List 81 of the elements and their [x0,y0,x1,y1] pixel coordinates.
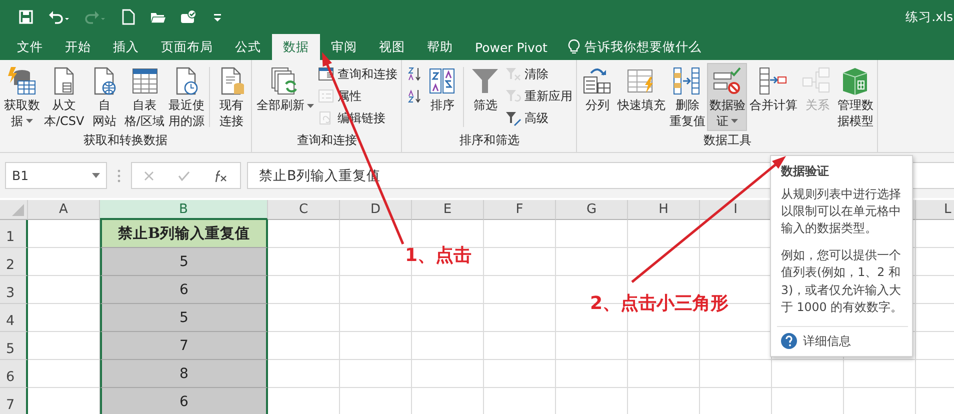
new-file-icon[interactable] [120,9,136,25]
ribbon-tab[interactable]: 帮助 [416,34,464,60]
ribbon-button[interactable]: 最近使用的源 [166,63,206,132]
ribbon-button[interactable]: 快速填充 [615,63,668,116]
insert-function-icon[interactable] [214,170,228,182]
name-box[interactable]: B1 [5,162,107,189]
ribbon-tab[interactable]: 审阅 [320,34,368,60]
group-label: 查询和连接 [296,132,358,149]
group-label: 排序和筛选 [458,132,520,149]
row-header[interactable]: 4 [0,304,28,332]
table-cell: 禁止B列输入重复值 [100,220,268,248]
column-header[interactable]: G [556,200,628,220]
tooltip-text: 从规则列表中进行选择以限制可以在单元格中输入的数据类型。 [781,186,902,238]
ribbon-tab[interactable]: 公式 [224,34,272,60]
row-header[interactable]: 1 [0,220,28,248]
table-cell: 5 [100,304,268,332]
tooltip-title: 数据验证 [781,163,830,180]
undo-icon[interactable] [48,9,70,25]
ribbon-button[interactable]: 合并计算 [747,63,800,116]
help-icon [781,333,797,350]
column-header[interactable]: C [268,200,340,220]
reapply-filter-icon [505,88,522,104]
column-header[interactable]: A [28,200,100,220]
column-header[interactable]: I [700,200,772,220]
table-cell: 7 [100,332,268,360]
row-header[interactable]: 5 [0,332,28,360]
table-cell: 6 [100,276,268,304]
ribbon-button[interactable]: 全部刷新 [254,63,316,116]
sort-descending-icon [406,88,422,104]
ribbon-button[interactable]: 排序 [424,63,460,116]
table-cell: 8 [100,360,268,388]
tooltip-text: 例如，您可以提供一个值列表(例如，1、2 和 3)，或者仅允许输入大于 1000 的有效数字。 [781,247,904,316]
sort-ascending-icon [406,66,422,82]
more-info-link[interactable]: 详细信息 [803,332,851,350]
table-cell: 5 [100,248,268,276]
touch-mode-icon[interactable] [180,9,196,25]
ribbon-tab[interactable]: Power Pivot [464,34,558,60]
row-header[interactable]: 7 [0,388,28,414]
ribbon-button[interactable]: 从文本/CSV [42,63,86,132]
ribbon-tab[interactable]: 数据 [272,34,320,60]
group-label: 数据工具 [702,132,752,149]
data-validation-icon [711,65,744,97]
window-title: 练习.xls [906,9,953,26]
ribbon-button[interactable]: 现有连接 [213,63,250,132]
ribbon-tab[interactable]: 视图 [368,34,416,60]
table-cell: 6 [100,388,268,414]
annotation-text: 1、点击 [405,244,472,267]
ribbon-button[interactable]: 自网站 [86,63,122,132]
column-header[interactable]: L [916,200,954,220]
save-icon[interactable] [18,9,34,25]
ribbon-tab[interactable]: 插入 [102,34,150,60]
ribbon-tab[interactable]: 开始 [54,34,102,60]
database-icon [6,65,38,97]
ribbon-button[interactable]: 自表格/区域 [122,63,166,132]
caret-icon [92,173,100,178]
column-header[interactable]: D [340,200,412,220]
row-header[interactable]: 2 [0,248,28,276]
lightbulb-icon [568,39,580,55]
ribbon-button[interactable]: 数据验证 [707,63,748,132]
ribbon-button[interactable]: 获取数据 [2,63,42,132]
ribbon-button[interactable]: 筛选 [467,63,504,116]
column-header[interactable]: F [484,200,556,220]
ribbon-button[interactable]: 删除重复值 [667,63,708,132]
ribbon-tab[interactable]: 页面布局 [150,34,224,60]
consolidate-icon [757,65,790,97]
ribbon-button[interactable]: 高级 [503,108,574,128]
column-header[interactable]: E [412,200,484,220]
annotation-text: 2、点击小三角形 [590,292,729,315]
tell-me-search[interactable]: 告诉我你想要做什么 [558,34,712,60]
ribbon-button[interactable]: 管理数据模型 [835,63,876,132]
advanced-filter-icon [505,110,522,126]
check-icon[interactable] [178,170,190,180]
group-label: 获取和转换数据 [82,132,169,149]
ribbon-button[interactable]: 分列 [579,63,616,116]
column-header[interactable]: B [100,200,268,220]
ribbon-tab[interactable]: 文件 [6,34,54,60]
clear-filter-icon [505,66,522,82]
column-header[interactable]: H [628,200,700,220]
row-header[interactable]: 6 [0,360,28,388]
properties-icon [318,88,334,104]
row-header[interactable]: 3 [0,276,28,304]
